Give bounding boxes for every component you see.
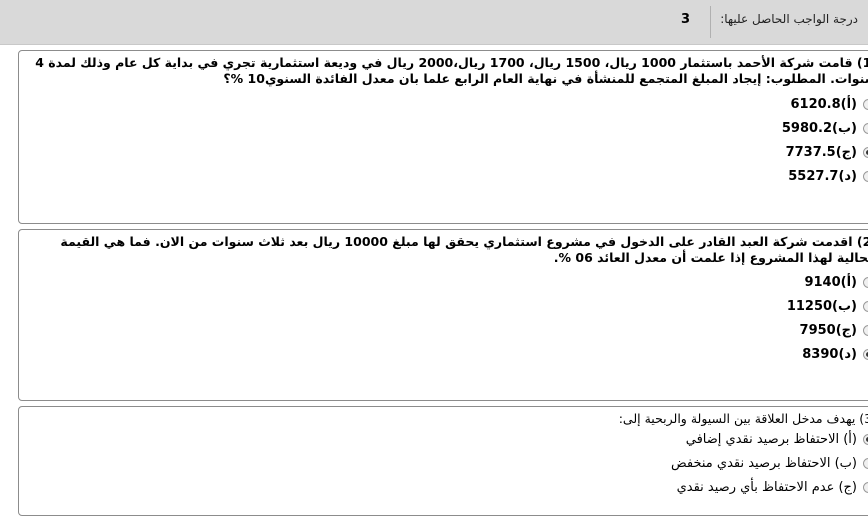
question-1-option-d[interactable]: (د)5527.7 (788, 166, 868, 186)
question-3-option-b[interactable]: (ب) الاحتفاظ برصيد نقدي منخفض (671, 453, 868, 473)
question-2-option-d[interactable]: (د)8390 (802, 344, 868, 364)
radio-unchecked-icon[interactable] (863, 481, 868, 493)
question-2-text: (2) اقدمت شركة العبد القادر على الدخول ف… (60, 234, 868, 265)
option-label: (د)5527.7 (788, 168, 857, 184)
score-divider (710, 6, 711, 38)
score-label: درجة الواجب الحاصل عليها: (720, 12, 858, 26)
option-label: (أ) الاحتفاظ برصيد نقدي إضافي (685, 431, 857, 447)
homework-score-bar: درجة الواجب الحاصل عليها: 3 (0, 0, 868, 45)
question-3: (3) يهدف مدخل العلاقة بين السيولة والربح… (18, 406, 868, 516)
question-2-option-c[interactable]: (ج)7950 (800, 320, 868, 340)
question-3-option-a[interactable]: (أ) الاحتفاظ برصيد نقدي إضافي (686, 429, 868, 449)
radio-unchecked-icon[interactable] (863, 324, 868, 336)
option-label: (د)8390 (802, 346, 857, 362)
radio-unchecked-icon[interactable] (863, 457, 868, 469)
question-2: (2) اقدمت شركة العبد القادر على الدخول ف… (18, 229, 868, 401)
option-label: (ج)7950 (799, 322, 857, 338)
option-label: (ب)5980.2 (781, 120, 857, 136)
radio-unchecked-icon[interactable] (863, 98, 868, 110)
radio-unchecked-icon[interactable] (863, 276, 868, 288)
option-label: (أ)6120.8 (790, 96, 857, 112)
score-value: 3 (680, 12, 690, 27)
radio-checked-icon[interactable] (863, 146, 868, 158)
radio-checked-icon[interactable] (863, 433, 868, 445)
question-1-option-a[interactable]: (أ)6120.8 (790, 94, 868, 114)
option-label: (ب) الاحتفاظ برصيد نقدي منخفض (670, 455, 857, 471)
question-3-option-c[interactable]: (ج) عدم الاحتفاظ بأي رصيد نقدي (677, 477, 868, 497)
option-label: (ب)11250 (786, 298, 857, 314)
radio-unchecked-icon[interactable] (863, 170, 868, 182)
question-2-option-a[interactable]: (أ)9140 (804, 272, 868, 292)
question-1-text: (1) قامت شركة الأحمد باستثمار 1000 ريال،… (35, 55, 868, 86)
question-1-option-b[interactable]: (ب)5980.2 (782, 118, 868, 138)
option-label: (ج)7737.5 (785, 144, 857, 160)
question-1-option-c[interactable]: (ج)7737.5 (786, 142, 868, 162)
radio-unchecked-icon[interactable] (863, 122, 868, 134)
question-3-text: (3) يهدف مدخل العلاقة بين السيولة والربح… (618, 411, 868, 426)
question-2-option-b[interactable]: (ب)11250 (787, 296, 868, 316)
option-label: (ج) عدم الاحتفاظ بأي رصيد نقدي (676, 479, 857, 495)
question-1: (1) قامت شركة الأحمد باستثمار 1000 ريال،… (18, 50, 868, 224)
radio-unchecked-icon[interactable] (863, 300, 868, 312)
option-label: (أ)9140 (804, 274, 857, 290)
radio-checked-icon[interactable] (863, 348, 868, 360)
